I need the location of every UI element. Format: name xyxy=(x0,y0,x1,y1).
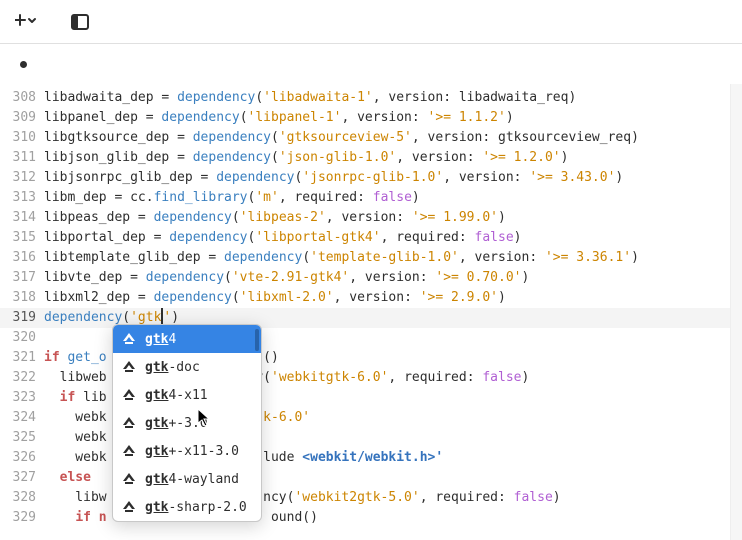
line-number: 326 xyxy=(0,448,44,468)
code-line[interactable]: 317libvte_dep = dependency('vte-2.91-gtk… xyxy=(0,268,730,288)
completion-item[interactable]: gtk4 xyxy=(113,325,261,353)
line-number: 321 xyxy=(0,348,44,368)
code-content[interactable]: else xyxy=(44,468,91,488)
line-number: 328 xyxy=(0,488,44,508)
line-number: 314 xyxy=(0,208,44,228)
source-editor[interactable]: 308libadwaita_dep = dependency('libadwai… xyxy=(0,84,730,540)
code-line[interactable]: 322 libweb y('webkitgtk-6.0', required: … xyxy=(0,368,730,388)
tab-bar xyxy=(0,44,742,84)
toggle-sidebar-button[interactable] xyxy=(62,6,98,38)
code-line[interactable]: 309libpanel_dep = dependency('libpanel-1… xyxy=(0,108,730,128)
code-line[interactable]: 327 else xyxy=(0,468,730,488)
code-line[interactable]: 326 webk lude <webkit/webkit.h>' xyxy=(0,448,730,468)
header-toolbar xyxy=(0,0,742,44)
completion-popup[interactable]: gtk4 gtk-doc gtk4-x11 gtk+-3.0 gtk+-x11-3.0 g… xyxy=(112,324,262,522)
code-content[interactable]: webk xyxy=(44,428,107,448)
completion-label: gtk+-3.0 xyxy=(145,416,208,431)
code-line[interactable]: 315libportal_dep = dependency('libportal… xyxy=(0,228,730,248)
completion-kind-icon xyxy=(121,417,137,429)
completion-kind-icon xyxy=(121,501,137,513)
line-number: 329 xyxy=(0,508,44,528)
code-line[interactable]: 308libadwaita_dep = dependency('libadwai… xyxy=(0,88,730,108)
code-line[interactable]: 325 webk xyxy=(0,428,730,448)
completion-label: gtk4-wayland xyxy=(145,472,239,487)
line-number: 325 xyxy=(0,428,44,448)
modified-indicator xyxy=(20,61,27,68)
completion-item[interactable]: gtk+-x11-3.0 xyxy=(113,437,261,465)
completion-label: gtk+-x11-3.0 xyxy=(145,444,239,459)
code-line[interactable]: 321if get_o abled() xyxy=(0,348,730,368)
line-number: 318 xyxy=(0,288,44,308)
code-line[interactable]: 318libxml2_dep = dependency('libxml-2.0'… xyxy=(0,288,730,308)
completion-item[interactable]: gtk4-x11 xyxy=(113,381,261,409)
code-content[interactable]: if lib xyxy=(44,388,107,408)
line-number: 310 xyxy=(0,128,44,148)
completion-label: gtk4-x11 xyxy=(145,388,208,403)
code-content[interactable]: libpeas_dep = dependency('libpeas-2', ve… xyxy=(44,208,506,228)
line-number: 311 xyxy=(0,148,44,168)
line-number: 322 xyxy=(0,368,44,388)
code-content[interactable]: libadwaita_dep = dependency('libadwaita-… xyxy=(44,88,576,108)
code-line[interactable]: 311libjson_glib_dep = dependency('json-g… xyxy=(0,148,730,168)
line-number: 323 xyxy=(0,388,44,408)
code-content[interactable]: libxml2_dep = dependency('libxml-2.0', v… xyxy=(44,288,506,308)
new-tab-button[interactable] xyxy=(8,6,44,38)
line-number: 320 xyxy=(0,328,44,348)
completion-kind-icon xyxy=(121,473,137,485)
overview-ruler[interactable] xyxy=(730,84,742,540)
line-number: 308 xyxy=(0,88,44,108)
code-content[interactable]: libjsonrpc_glib_dep = dependency('jsonrp… xyxy=(44,168,623,188)
completion-label: gtk4 xyxy=(145,332,176,347)
code-content[interactable]: libgtksource_dep = dependency('gtksource… xyxy=(44,128,639,148)
code-content[interactable]: libjson_glib_dep = dependency('json-glib… xyxy=(44,148,568,168)
completion-kind-icon xyxy=(121,389,137,401)
code-line[interactable]: 319dependency('gtk') xyxy=(0,308,730,328)
code-line[interactable]: 314libpeas_dep = dependency('libpeas-2',… xyxy=(0,208,730,228)
code-line[interactable]: 310libgtksource_dep = dependency('gtksou… xyxy=(0,128,730,148)
completion-item[interactable]: gtk4-wayland xyxy=(113,465,261,493)
line-number: 309 xyxy=(0,108,44,128)
code-content[interactable]: libportal_dep = dependency('libportal-gt… xyxy=(44,228,521,248)
code-line[interactable]: 328 libw ncy('webkit2gtk-5.0', required:… xyxy=(0,488,730,508)
code-content[interactable]: libvte_dep = dependency('vte-2.91-gtk4',… xyxy=(44,268,529,288)
line-number: 324 xyxy=(0,408,44,428)
line-number: 316 xyxy=(0,248,44,268)
line-number: 312 xyxy=(0,168,44,188)
completion-kind-icon xyxy=(121,333,137,345)
sidebar-icon xyxy=(71,14,89,30)
completion-item[interactable]: gtk+-3.0 xyxy=(113,409,261,437)
code-line[interactable]: 313libm_dep = cc.find_library('m', requi… xyxy=(0,188,730,208)
completion-kind-icon xyxy=(121,361,137,373)
code-line[interactable]: 320 xyxy=(0,328,730,348)
line-number: 327 xyxy=(0,468,44,488)
line-number: 317 xyxy=(0,268,44,288)
code-content[interactable]: libm_dep = cc.find_library('m', required… xyxy=(44,188,420,208)
code-line[interactable]: 329 if n ound() xyxy=(0,508,730,528)
editor-area[interactable]: 308libadwaita_dep = dependency('libadwai… xyxy=(0,84,742,540)
code-content[interactable]: libpanel_dep = dependency('libpanel-1', … xyxy=(44,108,514,128)
line-number: 313 xyxy=(0,188,44,208)
line-number: 319 xyxy=(0,308,44,328)
code-line[interactable]: 316libtemplate_glib_dep = dependency('te… xyxy=(0,248,730,268)
code-line[interactable]: 312libjsonrpc_glib_dep = dependency('jso… xyxy=(0,168,730,188)
line-number: 315 xyxy=(0,228,44,248)
code-line[interactable]: 324 webk k-6.0' xyxy=(0,408,730,428)
code-line[interactable]: 323 if lib xyxy=(0,388,730,408)
completion-item[interactable]: gtk-doc xyxy=(113,353,261,381)
plus-chevron-icon xyxy=(15,14,37,30)
completion-label: gtk-doc xyxy=(145,360,200,375)
completion-scrollbar[interactable] xyxy=(255,329,259,351)
completion-item[interactable]: gtk-sharp-2.0 xyxy=(113,493,261,521)
completion-label: gtk-sharp-2.0 xyxy=(145,500,247,515)
completion-kind-icon xyxy=(121,445,137,457)
code-content[interactable]: libtemplate_glib_dep = dependency('templ… xyxy=(44,248,639,268)
